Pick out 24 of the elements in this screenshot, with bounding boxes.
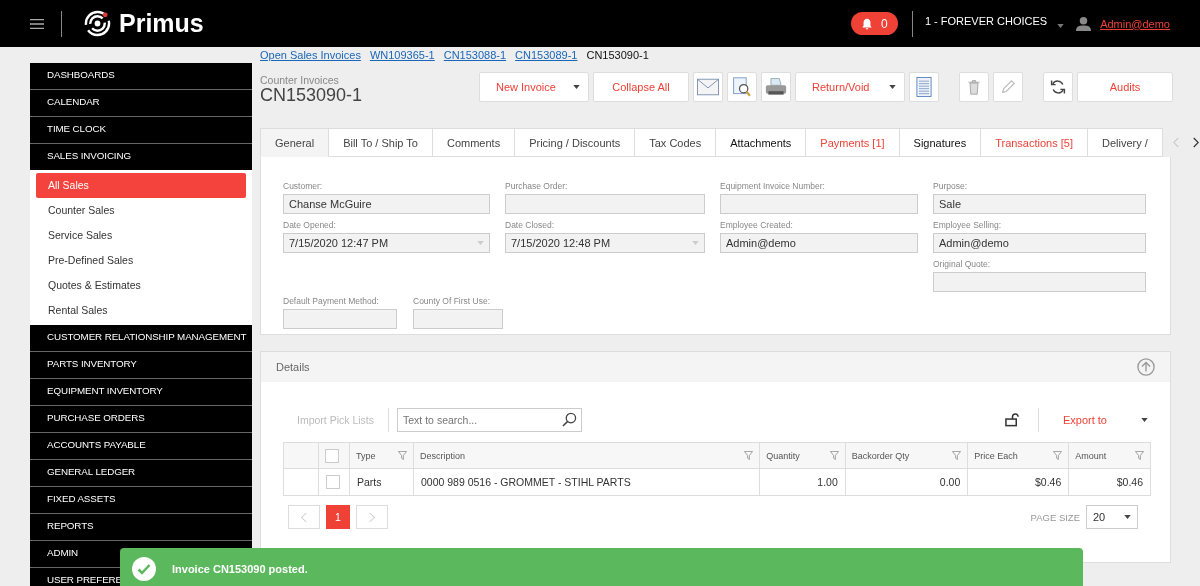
table-cell: $0.46	[1068, 468, 1151, 496]
field-label: Customer:	[283, 181, 324, 191]
field-label: Date Opened:	[283, 220, 337, 230]
field-label: Employee Selling:	[933, 220, 1003, 230]
section-title: Details	[276, 361, 310, 373]
table-cell: Parts	[349, 468, 414, 496]
field-label: Purpose:	[933, 181, 969, 191]
field-label: Default Payment Method:	[283, 296, 380, 306]
field-label: Purchase Order:	[505, 181, 569, 191]
field-label: Original Quote:	[933, 259, 992, 269]
field-label: Date Closed:	[505, 220, 556, 230]
table-cell: 1.00	[759, 468, 846, 496]
brand-name: Primus	[119, 9, 204, 38]
field-label: Employee Created:	[720, 220, 794, 230]
field-label: County Of First Use:	[413, 296, 491, 306]
breadcrumb-current: CN153090-1	[586, 48, 649, 61]
field-label: Equipment Invoice Number:	[720, 181, 826, 191]
table-cell: $0.46	[967, 468, 1069, 496]
page-size-label: PAGE SIZE	[1030, 511, 1080, 523]
table-cell: 0000 989 0516 - GROMMET - STIHL PARTS	[413, 468, 760, 496]
page-title: CN153090-1	[260, 86, 364, 104]
page-subtitle: Counter Invoices	[260, 74, 340, 86]
table-cell: 0.00	[845, 468, 968, 496]
toast-message: Invoice CN153090 posted.	[172, 563, 308, 575]
